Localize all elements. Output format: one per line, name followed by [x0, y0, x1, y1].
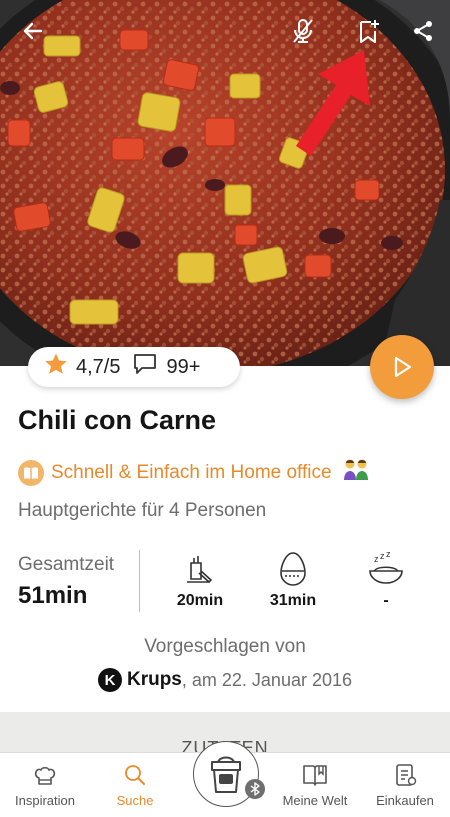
cook-time-value: 31min	[269, 592, 317, 609]
thermomix-device-icon	[211, 756, 241, 793]
time-info: Gesamtzeit 51min 20min 31min zzz -	[0, 550, 450, 614]
suggested-by-label: Vorgeschlagen von	[144, 636, 306, 657]
nav-shopping[interactable]: Einkaufen	[360, 761, 450, 808]
resting-bowl-icon: zzz	[346, 550, 426, 588]
nav-inspiration-label: Inspiration	[15, 793, 75, 808]
cutting-board-icon	[160, 550, 240, 588]
prep-time-value: 20min	[176, 592, 224, 609]
cook-time: 31min	[253, 550, 333, 610]
svg-text:z: z	[386, 551, 391, 559]
recipe-hero-image	[0, 0, 450, 366]
author-line: K Krups , am 22. Januar 2016	[0, 668, 450, 692]
nav-my-world-label: Meine Welt	[282, 793, 348, 808]
nav-search[interactable]: Suche	[90, 761, 180, 808]
rest-time-value: -	[383, 592, 389, 609]
author-logo: K	[97, 668, 122, 692]
author-name[interactable]: Krups	[127, 669, 182, 691]
back-arrow-icon[interactable]	[16, 14, 50, 48]
prep-time: 20min	[160, 550, 240, 610]
book-icon	[270, 761, 360, 789]
play-icon	[394, 356, 412, 378]
open-book-icon	[18, 460, 44, 486]
rest-time: zzz -	[346, 550, 426, 610]
collection-label: Schnell & Einfach im Home office	[51, 462, 332, 483]
nav-inspiration[interactable]: Inspiration	[0, 761, 90, 808]
bluetooth-icon	[245, 779, 265, 799]
comment-icon	[132, 352, 158, 382]
chef-hat-icon	[0, 761, 90, 789]
time-divider	[139, 550, 140, 612]
star-icon	[44, 352, 68, 382]
cook-mode-play-button[interactable]	[370, 335, 434, 399]
recipe-title: Chili con Carne	[18, 405, 217, 435]
bookmark-add-icon[interactable]	[352, 14, 386, 48]
recipe-category: Hauptgerichte für 4 Personen	[18, 500, 267, 521]
total-time-label: Gesamtzeit	[18, 554, 115, 575]
collection-link[interactable]: Schnell & Einfach im Home office	[18, 458, 370, 488]
nav-shopping-label: Einkaufen	[376, 793, 434, 808]
highlight-arrow	[296, 50, 370, 156]
publish-date: , am 22. Januar 2016	[181, 669, 353, 690]
comment-count: 99+	[166, 355, 201, 378]
rating-pill[interactable]: 4,7/5 99+	[28, 347, 240, 387]
shopping-list-icon	[360, 761, 450, 789]
svg-text:z: z	[374, 554, 379, 564]
share-icon[interactable]	[406, 14, 440, 48]
nav-search-label: Suche	[116, 793, 154, 808]
mic-off-icon[interactable]	[286, 14, 320, 48]
search-icon	[90, 761, 180, 789]
nav-my-world[interactable]: Meine Welt	[270, 761, 360, 808]
total-time-value: 51min	[18, 582, 88, 609]
top-app-bar	[0, 0, 450, 62]
svg-text:z: z	[380, 551, 385, 561]
family-emoji-icon	[342, 458, 370, 488]
egg-timer-icon	[253, 550, 333, 588]
rating-value: 4,7/5	[76, 355, 121, 378]
